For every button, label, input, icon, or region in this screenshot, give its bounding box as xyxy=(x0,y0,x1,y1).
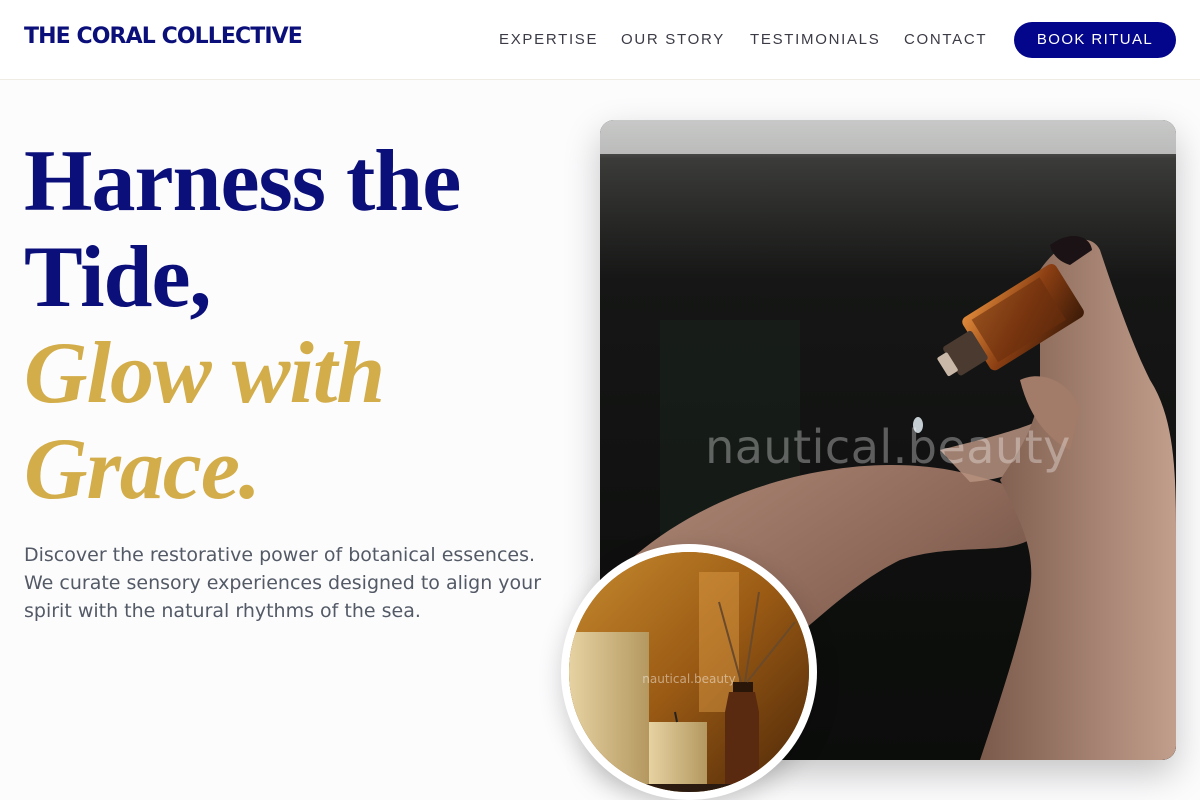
hero-description: Discover the restorative power of botani… xyxy=(24,544,542,622)
inset-photo-candles: nautical.beauty xyxy=(569,552,809,792)
book-ritual-button[interactable]: BOOK RITUAL xyxy=(1014,22,1176,58)
nav-link-expertise[interactable]: EXPERTISE xyxy=(499,31,598,48)
nav-link-contact[interactable]: CONTACT xyxy=(904,31,987,48)
site-header: THE CORAL COLLECTIVE EXPERTISE OUR STORY… xyxy=(0,0,1200,80)
inset-watermark: nautical.beauty xyxy=(642,672,736,686)
headline-line-2: Tide, xyxy=(24,229,212,326)
brand-logo[interactable]: THE CORAL COLLECTIVE xyxy=(24,24,303,49)
photo-watermark: nautical.beauty xyxy=(705,420,1071,474)
hero-headline: Harness the Tide, Glow with Grace. xyxy=(24,134,584,518)
headline-accent-line-1: Glow with xyxy=(24,325,385,422)
inset-photo-frame: nautical.beauty xyxy=(561,544,817,800)
headline-line-1: Harness the xyxy=(24,133,461,230)
headline-accent-line-2: Grace. xyxy=(24,421,261,518)
nav-link-our-story[interactable]: OUR STORY xyxy=(621,31,725,48)
nav-link-testimonials[interactable]: TESTIMONIALS xyxy=(750,31,880,48)
